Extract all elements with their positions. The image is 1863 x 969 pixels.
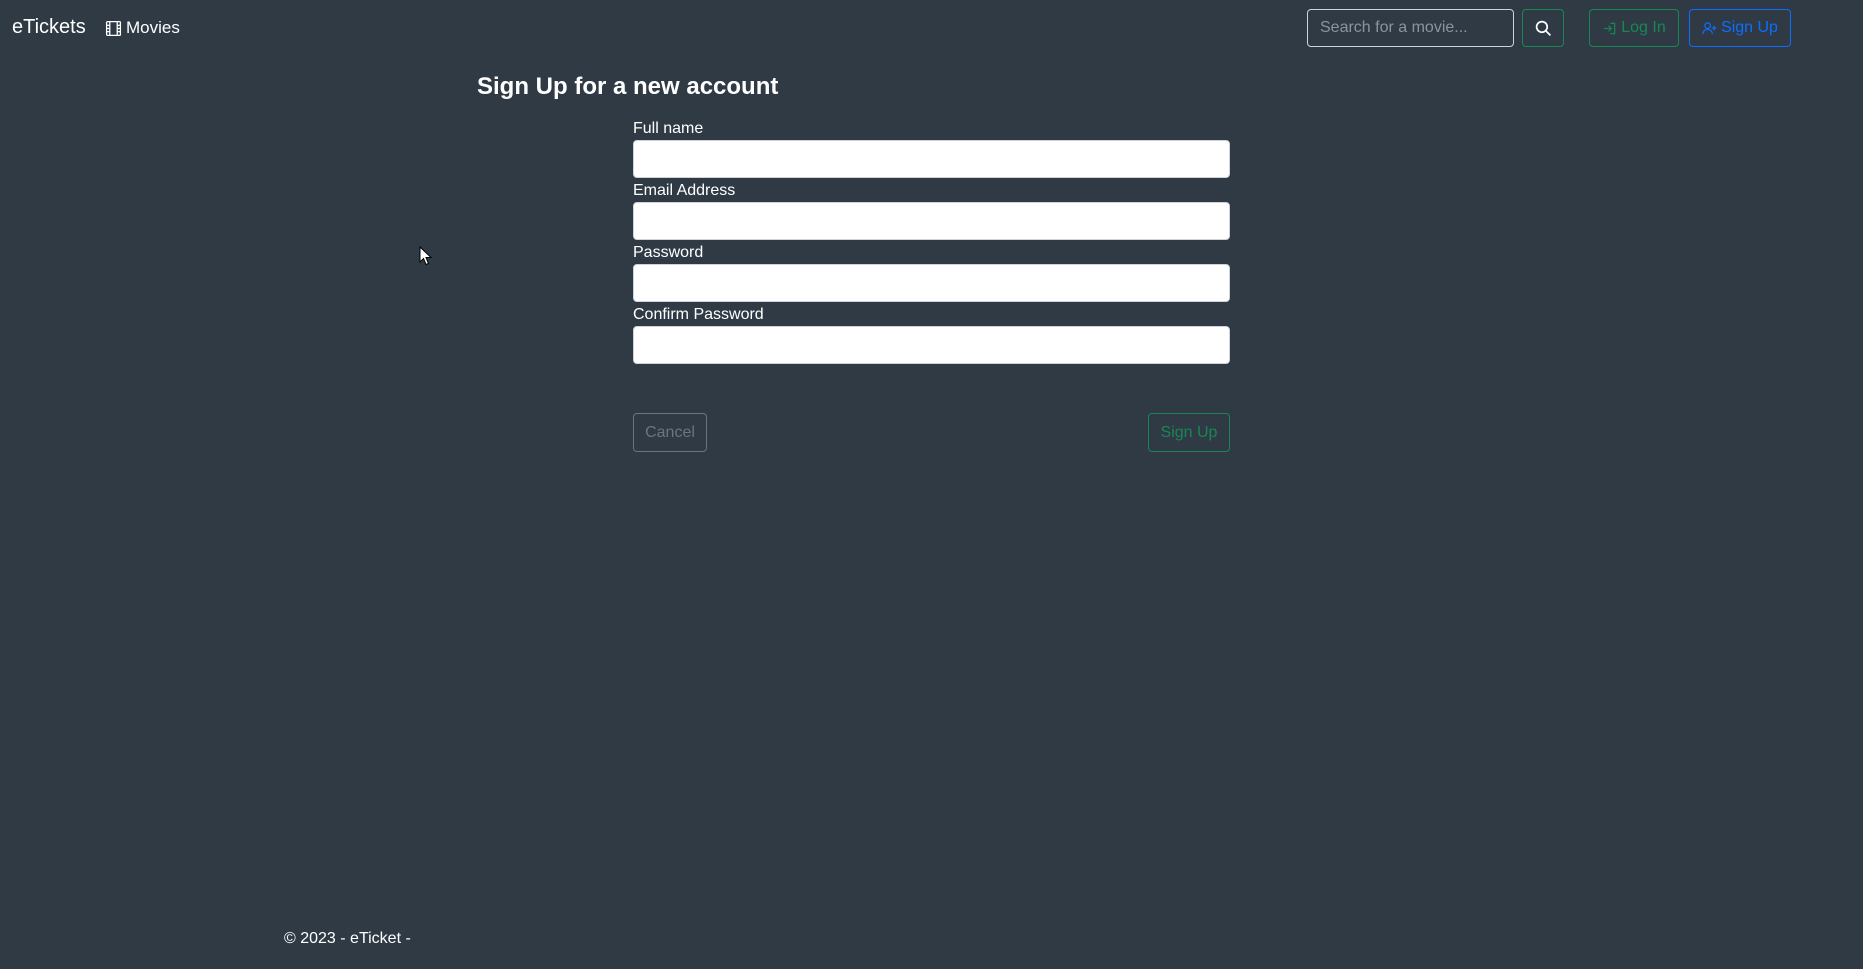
password-input[interactable]	[633, 264, 1230, 302]
film-icon	[105, 20, 122, 36]
cancel-button[interactable]: Cancel	[633, 413, 707, 452]
search-input[interactable]	[1307, 9, 1514, 47]
field-group-email: Email Address	[633, 180, 1230, 242]
field-group-confirm-password: Confirm Password	[633, 304, 1230, 366]
mouse-cursor-icon	[419, 246, 433, 266]
email-label: Email Address	[633, 182, 736, 199]
fullname-label: Full name	[633, 120, 704, 137]
form-actions: Cancel Sign Up	[633, 413, 1230, 452]
nav-movies-label: Movies	[126, 18, 180, 37]
login-label: Log In	[1621, 19, 1666, 36]
signup-submit-button[interactable]: Sign Up	[1148, 413, 1230, 452]
footer: © 2023 - eTicket -	[284, 930, 411, 947]
brand-link[interactable]: eTickets	[12, 16, 86, 39]
navbar: eTickets Movies Log In S	[0, 0, 1863, 57]
nav-signup-label: Sign Up	[1721, 19, 1778, 36]
search-button[interactable]	[1522, 9, 1564, 47]
search-icon	[1535, 20, 1551, 36]
person-plus-icon	[1702, 21, 1717, 34]
nav-movies-link[interactable]: Movies	[105, 18, 180, 38]
password-label: Password	[633, 244, 704, 261]
login-icon	[1604, 22, 1616, 34]
email-input[interactable]	[633, 202, 1230, 240]
signup-form: Full name Email Address Password Confirm…	[633, 118, 1230, 366]
login-button[interactable]: Log In	[1589, 9, 1679, 47]
field-group-fullname: Full name	[633, 118, 1230, 180]
confirm-password-label: Confirm Password	[633, 306, 764, 323]
confirm-password-input[interactable]	[633, 326, 1230, 364]
nav-signup-button[interactable]: Sign Up	[1689, 9, 1791, 47]
fullname-input[interactable]	[633, 140, 1230, 178]
page-title: Sign Up for a new account	[477, 73, 779, 100]
field-group-password: Password	[633, 242, 1230, 304]
